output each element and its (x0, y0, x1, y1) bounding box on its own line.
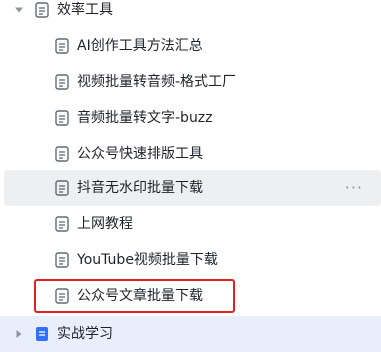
tree-item-video-to-audio[interactable]: 视频批量转音频-格式工厂 (0, 64, 381, 100)
document-icon (55, 110, 69, 126)
tree-item-label: 公众号快速排版工具 (77, 146, 203, 162)
tree-item-label: 上网教程 (77, 216, 133, 232)
folder-label: 实战学习 (57, 326, 113, 342)
tree-folder-efficiency-tools[interactable]: 效率工具 (0, 0, 381, 28)
document-icon (55, 180, 69, 196)
document-icon (55, 38, 69, 54)
tree-item-label: YouTube视频批量下载 (77, 252, 218, 268)
tree-folder-practice[interactable]: 实战学习 (0, 316, 381, 352)
caret-down-icon[interactable] (14, 5, 24, 15)
tree-item-label: 抖音无水印批量下载 (77, 180, 203, 196)
document-icon (55, 288, 69, 304)
document-icon (35, 2, 49, 18)
tree-item-audio-to-text[interactable]: 音频批量转文字-buzz (0, 100, 381, 136)
folder-label: 效率工具 (57, 2, 113, 18)
tree-item-label: 视频批量转音频-格式工厂 (77, 74, 237, 90)
tree-item-label: AI创作工具方法汇总 (77, 38, 203, 54)
tree-item-douyin-download[interactable]: 抖音无水印批量下载 ··· (4, 170, 381, 206)
tree-item-label: 公众号文章批量下载 (77, 288, 203, 304)
tree-item-wechat-articles-download[interactable]: 公众号文章批量下载 (0, 278, 381, 314)
tree-item-youtube-download[interactable]: YouTube视频批量下载 (0, 242, 381, 278)
blue-document-icon (35, 326, 49, 342)
tree-item-ai-tools[interactable]: AI创作工具方法汇总 (0, 28, 381, 64)
tree-item-label: 音频批量转文字-buzz (77, 110, 213, 126)
tree-item-wechat-formatting[interactable]: 公众号快速排版工具 (0, 136, 381, 172)
tree-item-internet-tutorial[interactable]: 上网教程 (0, 206, 381, 242)
caret-right-icon[interactable] (14, 329, 24, 339)
document-icon (55, 252, 69, 268)
more-options-icon[interactable]: ··· (345, 180, 363, 196)
document-icon (55, 216, 69, 232)
doc-tree: 效率工具 AI创作工具方法汇总 视频批量转音频-格式工厂 音频批量转文字-buz… (0, 0, 381, 352)
document-icon (55, 74, 69, 90)
document-icon (55, 146, 69, 162)
